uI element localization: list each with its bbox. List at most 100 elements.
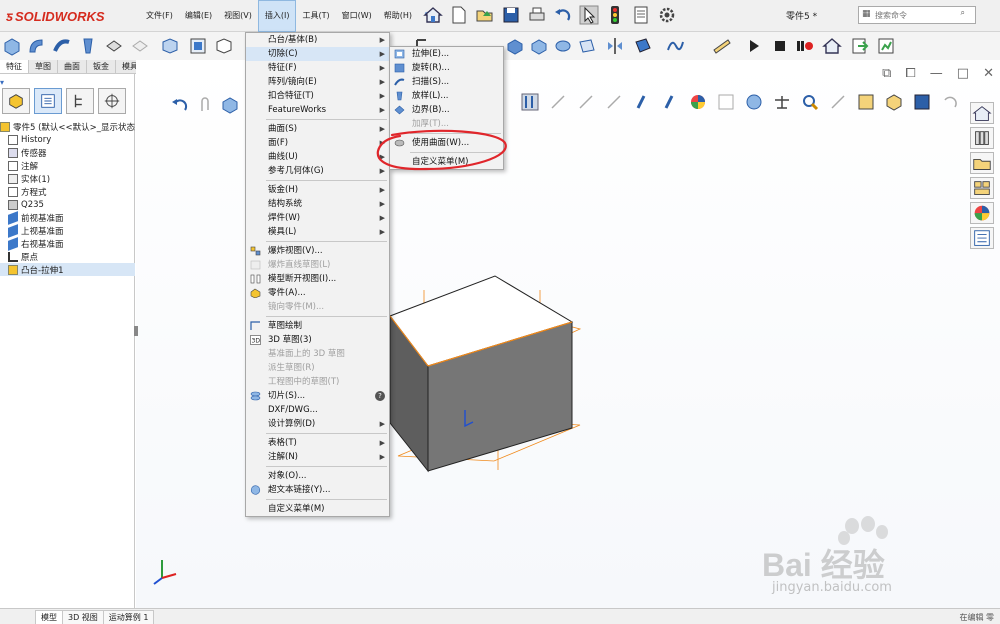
tab-sketch[interactable]: 草图 <box>29 60 58 73</box>
menu-help[interactable]: 帮助(H) <box>378 0 418 32</box>
measure-icon[interactable] <box>712 36 732 56</box>
menu-window[interactable]: 窗口(W) <box>336 0 378 32</box>
swept-boss-icon[interactable] <box>52 36 72 56</box>
menu-item-boss-base[interactable]: 凸台/基体(B) ▶ <box>246 33 389 47</box>
custom-properties-icon[interactable] <box>970 227 994 249</box>
export-icon[interactable] <box>850 36 870 56</box>
tree-item-boss-extrude1[interactable]: 凸台-拉伸1 <box>0 263 135 276</box>
surface-icon[interactable] <box>553 36 573 56</box>
menu-file[interactable]: 文件(F) <box>140 0 179 32</box>
play-icon[interactable] <box>744 36 764 56</box>
hide-show-icon[interactable] <box>548 92 568 112</box>
tree-item-solid-bodies[interactable]: 实体(1) <box>0 172 135 185</box>
sensor-icon[interactable] <box>856 92 876 112</box>
part-icon[interactable] <box>884 92 904 112</box>
open-icon[interactable] <box>474 3 496 27</box>
menu-item-slice[interactable]: 切片(S)...? <box>246 389 389 403</box>
tree-item-material[interactable]: Q235 <box>0 198 135 211</box>
rib-icon[interactable] <box>214 36 234 56</box>
configuration-manager-tab-icon[interactable] <box>66 88 94 114</box>
display-style-icon[interactable] <box>220 95 240 115</box>
globe-icon[interactable] <box>744 92 764 112</box>
report-icon[interactable] <box>876 36 896 56</box>
menu-item-features[interactable]: 特征(F) ▶ <box>246 61 389 75</box>
tab-3d-views[interactable]: 3D 视图 <box>62 610 104 624</box>
extruded-cut-icon[interactable] <box>130 36 150 56</box>
close-icon[interactable]: ✕ <box>983 66 994 81</box>
new-document-icon[interactable] <box>448 3 470 27</box>
panel-collapse-handle[interactable] <box>134 326 138 336</box>
menu-view[interactable]: 视图(V) <box>218 0 258 32</box>
menu-tools[interactable]: 工具(T) <box>296 0 335 32</box>
menu-item-molds[interactable]: 模具(L) ▶ <box>246 225 389 239</box>
scene-color-icon[interactable] <box>688 92 708 112</box>
menu-item-reference-geometry[interactable]: 参考几何体(G) ▶ <box>246 164 389 178</box>
boundary-boss-icon[interactable] <box>104 36 124 56</box>
save-view-icon[interactable] <box>912 92 932 112</box>
submenu-item-swept-cut[interactable]: 扫描(S)... <box>390 75 503 89</box>
design-library-icon[interactable] <box>970 127 994 149</box>
submenu-item-revolve-cut[interactable]: 旋转(R)... <box>390 61 503 75</box>
tab-features[interactable]: 特征 <box>0 60 29 73</box>
search-icon[interactable]: ⌕ <box>961 8 965 18</box>
zoom-icon[interactable] <box>800 92 820 112</box>
fillet-icon[interactable] <box>160 36 180 56</box>
section-view-icon[interactable] <box>520 92 540 112</box>
axis-display-icon[interactable] <box>660 92 680 112</box>
select-icon[interactable] <box>578 3 600 27</box>
menu-item-fastening-feature[interactable]: 扣合特征(T) ▶ <box>246 89 389 103</box>
edit-appearance-icon[interactable] <box>576 92 596 112</box>
save-icon[interactable] <box>500 3 522 27</box>
property-manager-tab-icon[interactable] <box>34 88 62 114</box>
menu-item-sheet-metal[interactable]: 钣金(H) ▶ <box>246 183 389 197</box>
view-settings-icon[interactable] <box>604 92 624 112</box>
filter-icon[interactable]: ▾ <box>0 78 4 87</box>
instant3d-icon[interactable] <box>529 36 549 56</box>
menu-item-hyperlink[interactable]: 超文本链接(Y)... <box>246 483 389 497</box>
appearances-icon[interactable] <box>970 202 994 224</box>
menu-item-object[interactable]: 对象(O)... <box>246 469 389 483</box>
file-properties-icon[interactable] <box>630 3 652 27</box>
tree-item-annotations[interactable]: 注解 <box>0 159 135 172</box>
tab-motion-study[interactable]: 运动算例 1 <box>102 610 155 624</box>
linear-pattern-icon[interactable] <box>188 36 208 56</box>
tab-surfaces[interactable]: 曲面 <box>58 60 87 73</box>
menu-item-annotations[interactable]: 注解(N) ▶ <box>246 450 389 464</box>
tree-root[interactable]: 零件5 (默认<<默认>_显示状态 <box>0 120 135 133</box>
extruded-boss-icon[interactable] <box>2 36 22 56</box>
record-icon[interactable] <box>794 36 814 56</box>
undo-view-icon[interactable] <box>170 95 190 115</box>
submenu-item-extrude-cut[interactable]: 拉伸(E)... <box>390 47 503 61</box>
tab-sheet-metal[interactable]: 钣金 <box>87 60 116 73</box>
menu-item-featureworks[interactable]: FeatureWorks ▶ <box>246 103 389 117</box>
submenu-item-lofted-cut[interactable]: 放样(L)... <box>390 89 503 103</box>
menu-item-exploded-view[interactable]: 爆炸视图(V)... <box>246 244 389 258</box>
tile-icon[interactable]: ⧠ <box>905 66 915 81</box>
revolved-boss-icon[interactable] <box>26 36 46 56</box>
plane-display-icon[interactable] <box>632 92 652 112</box>
gear-icon[interactable] <box>656 3 678 27</box>
menu-item-dxf-dwg[interactable]: DXF/DWG... <box>246 403 389 417</box>
tree-item-right-plane[interactable]: 右视基准面 <box>0 236 135 251</box>
file-explorer-icon[interactable] <box>970 152 994 174</box>
sheet-metal-icon[interactable] <box>577 36 597 56</box>
traffic-light-icon[interactable] <box>604 3 626 27</box>
plane-icon[interactable] <box>633 36 653 56</box>
menu-item-face[interactable]: 面(F) ▶ <box>246 136 389 150</box>
lofted-boss-icon[interactable] <box>78 36 98 56</box>
pencil-icon[interactable] <box>828 92 848 112</box>
menu-edit[interactable]: 编辑(E) <box>179 0 218 32</box>
menu-item-part[interactable]: 零件(A)... <box>246 286 389 300</box>
search-input[interactable]: ▦ 搜索命令 ⌕ <box>858 6 976 24</box>
tree-item-origin[interactable]: 原点 <box>0 250 135 263</box>
menu-item-surface[interactable]: 曲面(S) ▶ <box>246 122 389 136</box>
tab-model[interactable]: 模型 <box>35 610 63 624</box>
stop-icon[interactable] <box>770 36 790 56</box>
scene-icon[interactable] <box>716 92 736 112</box>
menu-item-cut[interactable]: 切除(C) ▶ <box>246 47 389 61</box>
tree-item-equations[interactable]: 方程式 <box>0 185 135 198</box>
menu-insert[interactable]: 插入(I) <box>257 0 297 32</box>
maximize-icon[interactable]: □ <box>957 66 969 81</box>
view-palette-icon[interactable] <box>970 177 994 199</box>
menu-item-design-study[interactable]: 设计算例(D) ▶ <box>246 417 389 431</box>
